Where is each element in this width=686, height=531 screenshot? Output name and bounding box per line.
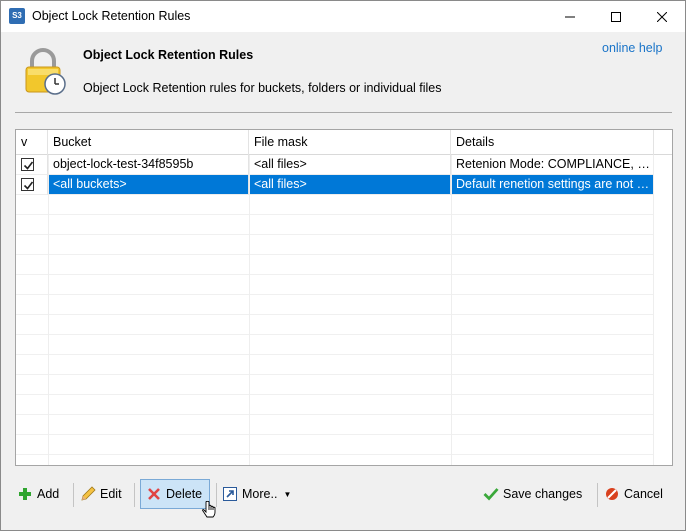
empty-grid-row xyxy=(16,335,654,355)
empty-grid-row xyxy=(16,215,654,235)
details-cell: Retenion Mode: COMPLIANCE, Retention Per… xyxy=(451,155,654,175)
pencil-icon xyxy=(80,486,96,502)
empty-grid-row xyxy=(16,315,654,335)
save-changes-label: Save changes xyxy=(503,487,583,501)
delete-label: Delete xyxy=(166,487,203,501)
header-description: Object Lock Retention rules for buckets,… xyxy=(83,81,442,95)
window-title: Object Lock Retention Rules xyxy=(32,9,191,23)
toolbar-separator xyxy=(73,483,74,507)
add-button[interactable]: Add xyxy=(17,479,59,509)
empty-grid-row xyxy=(16,415,654,435)
empty-grid-row xyxy=(16,195,654,215)
table-row-selected[interactable]: <all buckets> <all files> Default reneti… xyxy=(16,175,654,195)
maximize-button[interactable] xyxy=(593,1,639,32)
toolbar-separator xyxy=(134,483,135,507)
checkmark-icon xyxy=(23,161,34,170)
toolbar-separator xyxy=(597,483,598,507)
empty-grid-row xyxy=(16,255,654,275)
empty-grid-row xyxy=(16,235,654,255)
plus-icon xyxy=(17,486,33,502)
empty-grid-row xyxy=(16,435,654,455)
toolbar-separator xyxy=(216,483,217,507)
cancel-button[interactable]: Cancel xyxy=(604,479,663,509)
cancel-label: Cancel xyxy=(624,487,663,501)
column-divider xyxy=(451,155,452,465)
padlock-clock-icon xyxy=(25,48,66,95)
shortcut-arrow-icon xyxy=(222,486,238,502)
empty-grid-row xyxy=(16,455,654,465)
details-cell: Default renetion settings are not applie… xyxy=(451,175,654,195)
column-header-details[interactable]: Details xyxy=(451,130,654,155)
empty-grid-row xyxy=(16,295,654,315)
checkmark-icon xyxy=(483,486,499,502)
column-divider xyxy=(48,155,49,465)
x-icon xyxy=(146,486,162,502)
close-icon xyxy=(657,11,667,22)
mouse-pointer-hand-icon xyxy=(202,501,216,518)
minimize-icon xyxy=(565,16,575,17)
table-row[interactable]: object-lock-test-34f8595b <all files> Re… xyxy=(16,155,654,175)
bottom-toolbar: Add Edit Delete More.. ▼ Save changes Ca… xyxy=(1,477,685,513)
more-dropdown-button[interactable]: More.. ▼ xyxy=(222,479,291,509)
chevron-down-icon: ▼ xyxy=(283,489,292,499)
column-header-v[interactable]: v xyxy=(16,130,48,155)
row-check-cell xyxy=(16,155,48,175)
dialog-window: S3 Object Lock Retention Rules Object Lo… xyxy=(0,0,686,531)
title-bar: S3 Object Lock Retention Rules xyxy=(1,1,685,32)
minimize-button[interactable] xyxy=(547,1,593,32)
edit-button[interactable]: Edit xyxy=(80,479,122,509)
checkmark-icon xyxy=(23,181,34,190)
column-divider xyxy=(653,155,654,465)
rules-grid[interactable]: v Bucket File mask Details object-lock-t… xyxy=(15,129,673,466)
empty-grid-row xyxy=(16,355,654,375)
row-check-cell xyxy=(16,175,48,195)
delete-button[interactable]: Delete xyxy=(140,479,211,509)
s3-app-icon: S3 xyxy=(9,8,25,24)
close-button[interactable] xyxy=(639,1,685,32)
column-divider xyxy=(249,155,250,465)
more-label: More.. xyxy=(242,487,278,501)
empty-grid-row xyxy=(16,395,654,415)
header-separator xyxy=(15,112,672,113)
add-label: Add xyxy=(37,487,60,501)
edit-label: Edit xyxy=(100,487,122,501)
empty-grid-row xyxy=(16,375,654,395)
bucket-cell: object-lock-test-34f8595b xyxy=(48,155,249,175)
online-help-link[interactable]: online help xyxy=(602,41,662,55)
grid-header: v Bucket File mask Details xyxy=(16,130,672,155)
empty-grid-row xyxy=(16,275,654,295)
file-mask-cell: <all files> xyxy=(249,175,451,195)
column-header-file-mask[interactable]: File mask xyxy=(249,130,451,155)
maximize-icon xyxy=(611,11,621,22)
row-checkbox[interactable] xyxy=(21,158,34,171)
header-title: Object Lock Retention Rules xyxy=(83,48,254,62)
row-checkbox[interactable] xyxy=(21,178,34,191)
file-mask-cell: <all files> xyxy=(249,155,451,175)
header-panel: Object Lock Retention Rules Object Lock … xyxy=(1,32,685,116)
column-header-bucket[interactable]: Bucket xyxy=(48,130,249,155)
no-sign-icon xyxy=(604,486,620,502)
bucket-cell: <all buckets> xyxy=(48,175,249,195)
save-changes-button[interactable]: Save changes xyxy=(483,479,582,509)
